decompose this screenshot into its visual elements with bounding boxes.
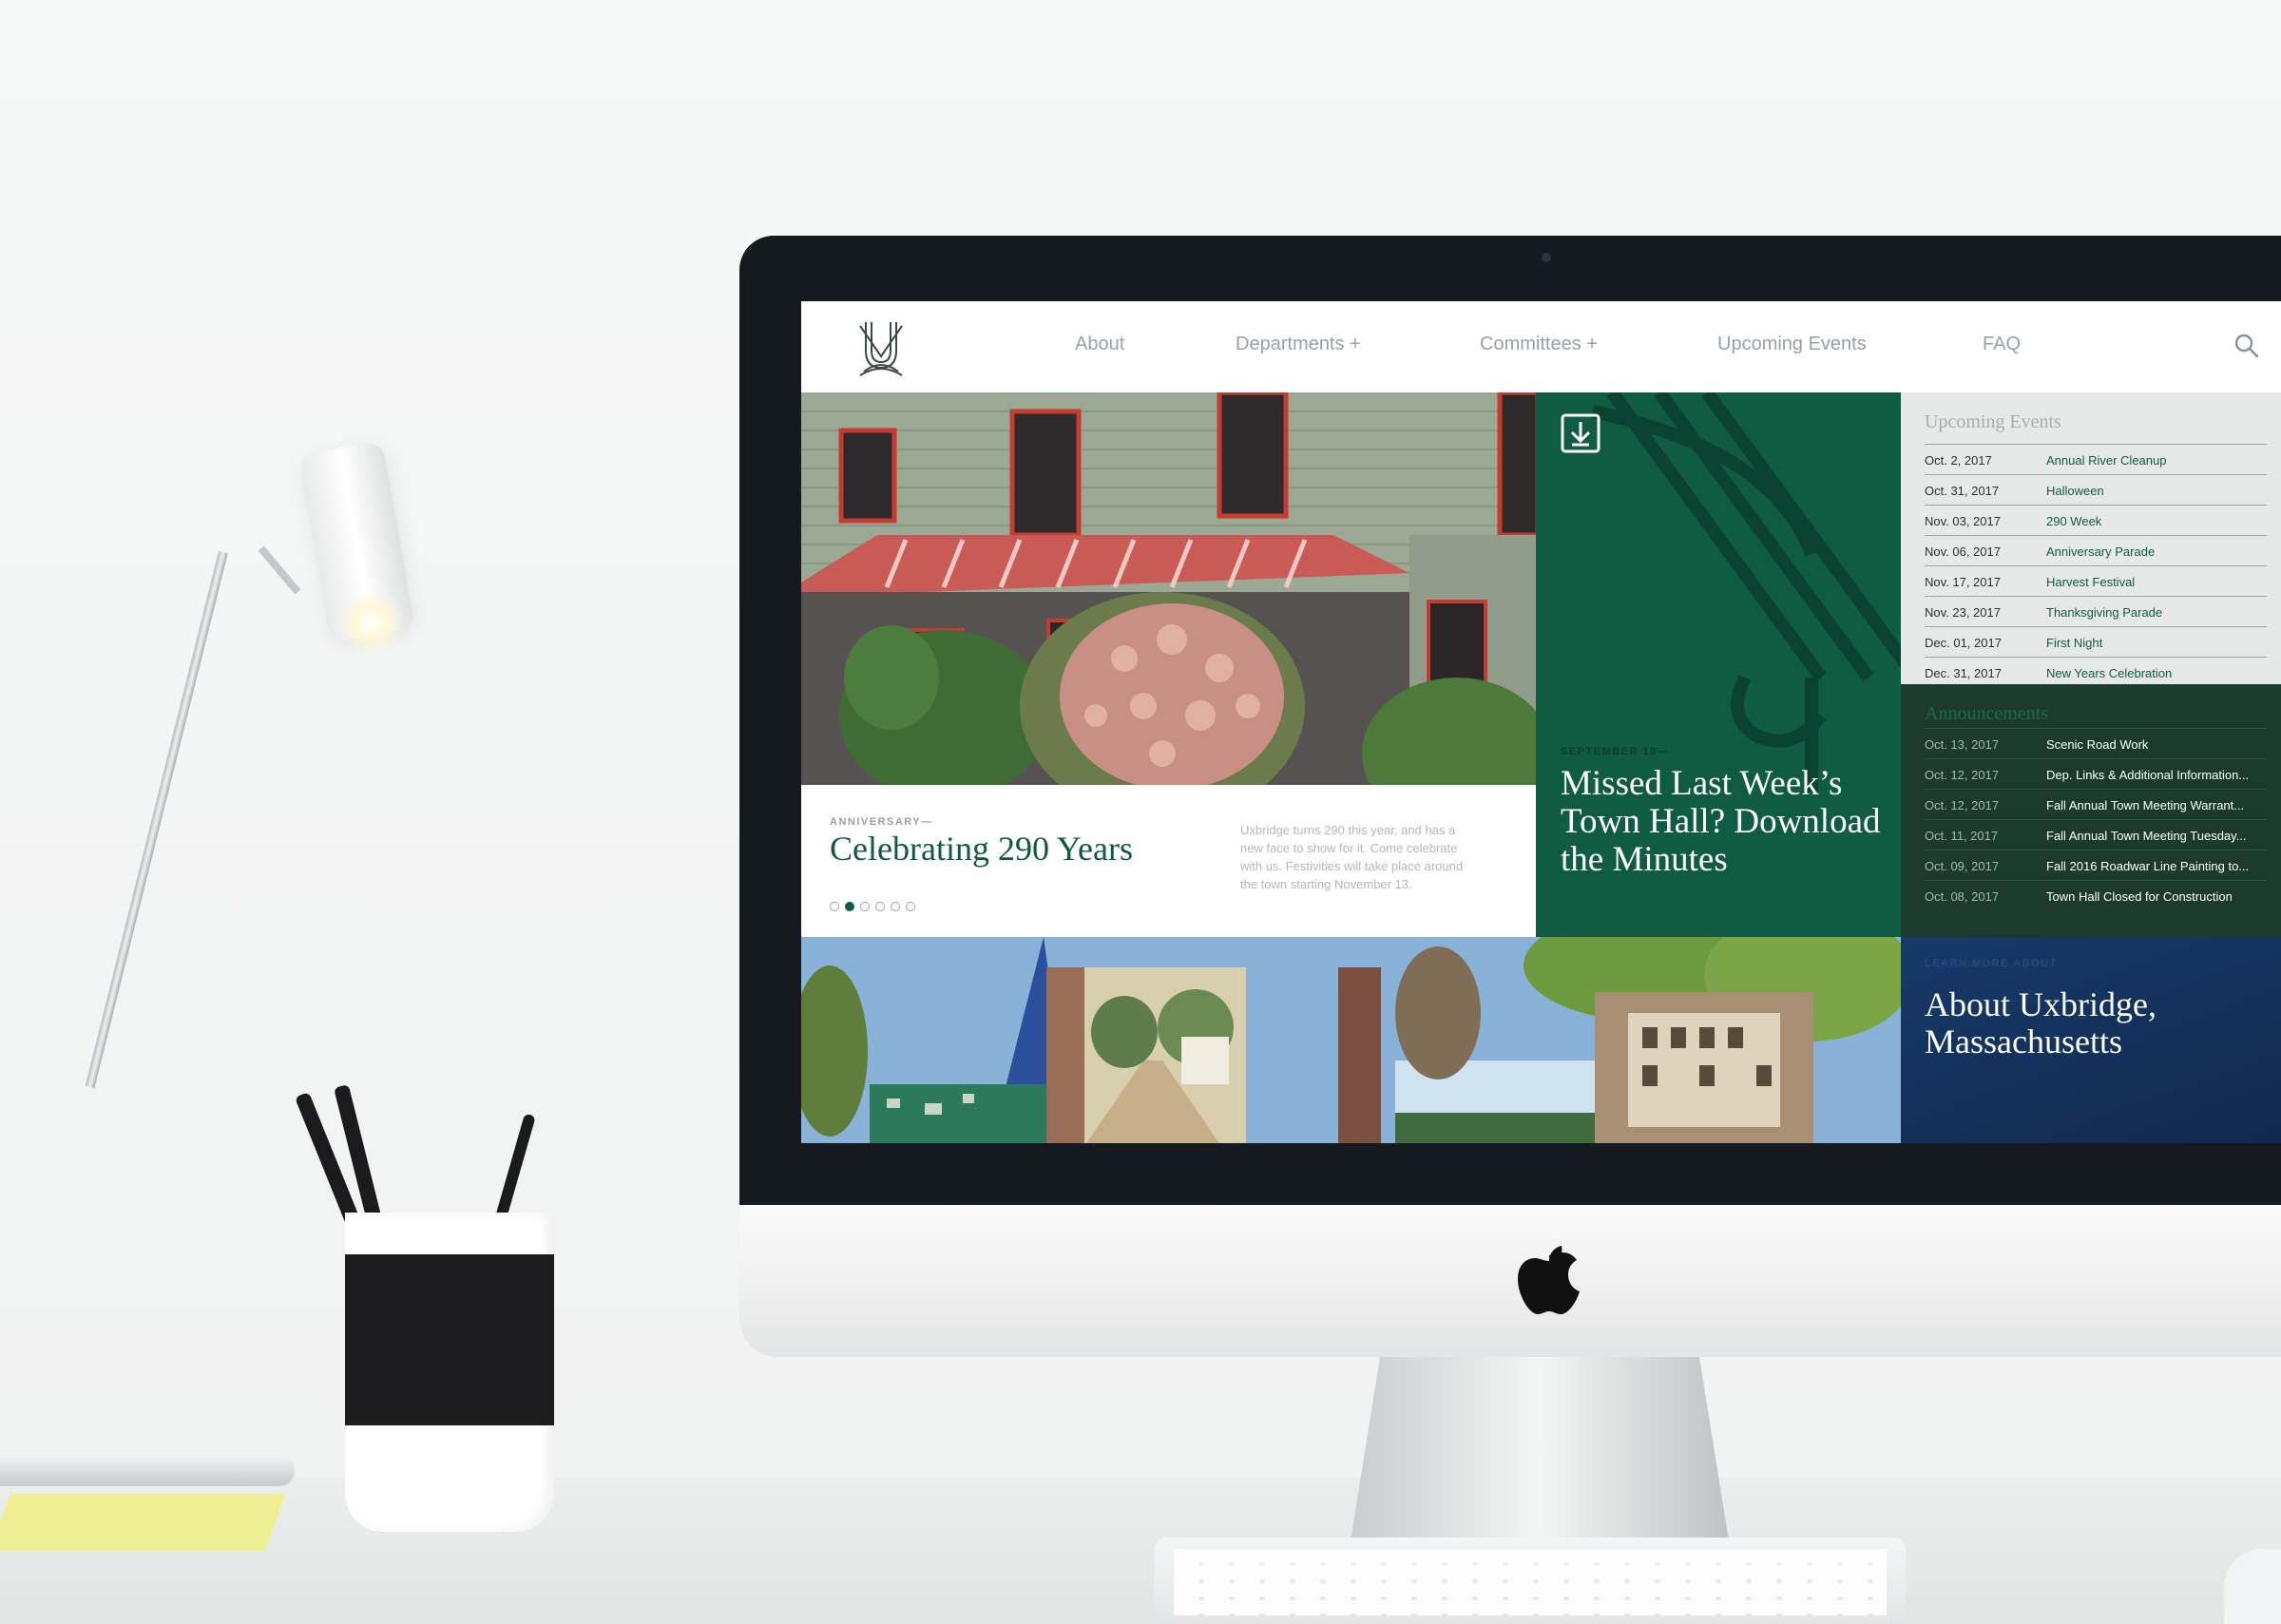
event-row[interactable]: Oct. 31, 2017 Halloween	[1925, 474, 2267, 505]
uxbridge-logo-icon[interactable]	[856, 318, 906, 377]
announcements-title[interactable]: Announcements	[1925, 703, 2048, 725]
event-row[interactable]: Dec. 31, 2017 New Years Celebration	[1925, 657, 2267, 687]
announcement-row[interactable]: Oct. 12, 2017 Dep. Links & Additional Inf…	[1925, 758, 2267, 789]
announcement-row[interactable]: Oct. 13, 2017 Scenic Road Work	[1925, 728, 2267, 758]
row-title[interactable]: New Years Celebration	[2046, 666, 2267, 680]
row-date: Oct. 31, 2017	[1925, 484, 2000, 498]
monitor-chin	[739, 1205, 2281, 1357]
apple-logo-icon	[1518, 1246, 1580, 1314]
monitor-stand	[1350, 1357, 1730, 1547]
announcement-row[interactable]: Oct. 11, 2017 Fall Annual Town Meeting Tu…	[1925, 819, 2267, 850]
nav-committees[interactable]: Committees +	[1480, 334, 1598, 355]
row-date: Dec. 01, 2017	[1925, 636, 2002, 650]
announcement-row[interactable]: Oct. 09, 2017 Fall 2016 Roadwar Line Pain…	[1925, 850, 2267, 880]
row-title[interactable]: Fall Annual Town Meeting Tuesday...	[2046, 829, 2267, 843]
row-date: Nov. 17, 2017	[1925, 575, 2001, 589]
website-screen: About Departments + Committees + Upcomin…	[801, 301, 2281, 1143]
nav-upcoming-events[interactable]: Upcoming Events	[1717, 334, 1867, 355]
row-date: Oct. 08, 2017	[1925, 889, 2000, 904]
keyboard-keys	[1174, 1549, 1887, 1615]
desk-surface	[0, 1478, 2281, 1624]
about-uxbridge-panel[interactable]: LEARN MORE ABOUT About Uxbridge, Massach…	[1901, 937, 2281, 1143]
hero-title[interactable]: Celebrating 290 Years	[830, 829, 1133, 869]
about-kicker: LEARN MORE ABOUT	[1925, 958, 2058, 969]
sticky-note	[0, 1494, 286, 1551]
event-row[interactable]: Dec. 01, 2017 First Night	[1925, 626, 2267, 657]
row-title[interactable]: Harvest Festival	[2046, 575, 2267, 589]
event-row[interactable]: Oct. 2, 2017 Annual River Cleanup	[1925, 444, 2267, 474]
history-collage[interactable]	[801, 937, 1901, 1143]
slide-dot-active[interactable]	[845, 902, 854, 911]
about-title-line2: Massachusetts	[1925, 1022, 2122, 1060]
hero-kicker: ANNIVERSARY—	[830, 816, 933, 828]
row-title[interactable]: First Night	[2046, 636, 2267, 650]
slide-dot[interactable]	[830, 902, 839, 911]
slide-dot[interactable]	[875, 902, 885, 911]
event-row[interactable]: Nov. 17, 2017 Harvest Festival	[1925, 565, 2267, 596]
row-title[interactable]: Annual River Cleanup	[2046, 453, 2267, 468]
feature-title[interactable]: Missed Last Week’s Town Hall? Download t…	[1561, 765, 1884, 879]
minutes-feature[interactable]: SEPTEMBER 19— Missed Last Week’s Town Ha…	[1536, 392, 1901, 937]
camera-icon	[1542, 253, 1551, 262]
about-title-line1: About Uxbridge,	[1925, 985, 2156, 1023]
slide-dot[interactable]	[906, 902, 915, 911]
hero-description: Uxbridge turns 290 this year, and has a …	[1240, 823, 1464, 891]
announcement-row[interactable]: Oct. 12, 2017 Fall Annual Town Meeting Wa…	[1925, 789, 2267, 819]
row-date: Nov. 06, 2017	[1925, 545, 2001, 559]
row-date: Oct. 2, 2017	[1925, 453, 1992, 468]
row-date: Oct. 09, 2017	[1925, 859, 2000, 873]
collage-photos	[801, 937, 1901, 1143]
row-title[interactable]: Scenic Road Work	[2046, 737, 2267, 752]
slide-indicator	[830, 899, 921, 916]
row-title[interactable]: 290 Week	[2046, 514, 2267, 528]
row-title[interactable]: Halloween	[2046, 484, 2267, 498]
slide-dot[interactable]	[860, 902, 870, 911]
feature-kicker: SEPTEMBER 19—	[1561, 746, 1670, 757]
nav-faq[interactable]: FAQ	[1983, 334, 2021, 355]
hero-image[interactable]	[801, 392, 1536, 785]
row-date: Oct. 13, 2017	[1925, 737, 2000, 752]
about-title[interactable]: About Uxbridge, Massachusetts	[1925, 986, 2156, 1060]
row-date: Oct. 11, 2017	[1925, 829, 1999, 843]
row-date: Nov. 23, 2017	[1925, 605, 2001, 620]
row-date: Oct. 12, 2017	[1925, 768, 2000, 782]
row-title[interactable]: Anniversary Parade	[2046, 545, 2267, 559]
event-row[interactable]: Nov. 06, 2017 Anniversary Parade	[1925, 535, 2267, 565]
row-date: Dec. 31, 2017	[1925, 666, 2002, 680]
victorian-house-photo	[801, 392, 1536, 785]
row-title[interactable]: Fall 2016 Roadwar Line Painting to...	[2046, 859, 2267, 873]
search-icon[interactable]	[2234, 334, 2259, 358]
upcoming-events-panel: Upcoming Events Oct. 2, 2017 Annual River…	[1901, 392, 2281, 684]
row-title[interactable]: Fall Annual Town Meeting Warrant...	[2046, 798, 2267, 812]
row-date: Oct. 12, 2017	[1925, 798, 2000, 812]
upcoming-events-title[interactable]: Upcoming Events	[1925, 411, 2061, 433]
lamp-base	[0, 1454, 295, 1486]
top-navigation: About Departments + Committees + Upcomin…	[801, 301, 2281, 392]
nav-about[interactable]: About	[1075, 334, 1124, 355]
row-date: Nov. 03, 2017	[1925, 514, 2001, 528]
download-icon[interactable]	[1561, 413, 1601, 453]
event-row[interactable]: Nov. 23, 2017 Thanksgiving Parade	[1925, 596, 2267, 626]
pen-cup-band	[345, 1254, 554, 1425]
row-title[interactable]: Thanksgiving Parade	[2046, 605, 2267, 620]
nav-departments[interactable]: Departments +	[1236, 334, 1361, 355]
row-title[interactable]: Town Hall Closed for Construction	[2046, 889, 2267, 904]
slide-dot[interactable]	[891, 902, 900, 911]
announcement-row[interactable]: Oct. 08, 2017 Town Hall Closed for Constr…	[1925, 880, 2267, 910]
hero-card: ANNIVERSARY— Celebrating 290 Years Uxbri…	[801, 785, 1536, 937]
row-title[interactable]: Dep. Links & Additional Information...	[2046, 768, 2267, 782]
lamp-light	[337, 589, 404, 656]
announcements-panel: Announcements Oct. 13, 2017 Scenic Road W…	[1901, 684, 2281, 937]
event-row[interactable]: Nov. 03, 2017 290 Week	[1925, 505, 2267, 535]
